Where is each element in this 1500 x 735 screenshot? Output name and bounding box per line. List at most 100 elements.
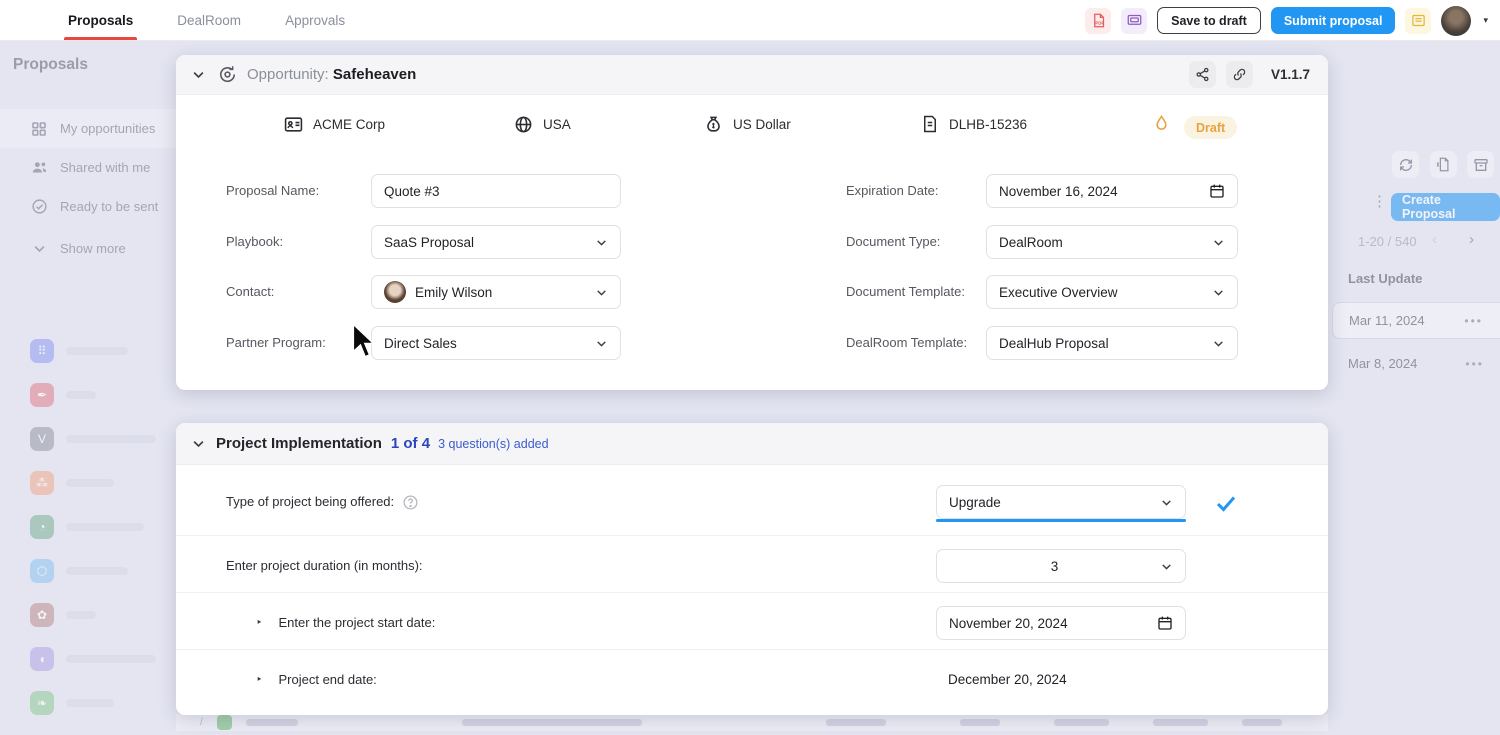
sidebar-title: Proposals	[13, 56, 88, 74]
notes-icon[interactable]	[1405, 8, 1431, 34]
project-duration-select[interactable]: 3	[936, 549, 1186, 583]
expiration-date-input[interactable]: November 16, 2024	[986, 174, 1238, 208]
project-start-date-input[interactable]: November 20, 2024	[936, 606, 1186, 640]
status-badge: Draft	[1184, 116, 1237, 139]
field-label: Partner Program:	[226, 326, 326, 360]
chart-app-icon: ◔	[30, 515, 54, 539]
chevron-down-icon	[1212, 337, 1225, 350]
tab-proposals[interactable]: Proposals	[68, 0, 133, 40]
create-proposal-button[interactable]: Create Proposal	[1391, 193, 1500, 221]
sidebar-item-label: My opportunities	[60, 121, 155, 136]
app-list-item[interactable]: ✿	[30, 603, 96, 627]
card-title: Opportunity: Safeheaven	[247, 66, 416, 83]
background-table-row: /	[176, 714, 1328, 731]
archive-icon[interactable]	[1467, 151, 1494, 178]
people-icon	[30, 159, 48, 177]
app-list-item[interactable]: ◖	[30, 647, 156, 671]
meta-country-label: USA	[543, 117, 571, 132]
document-template-value: Executive Overview	[999, 285, 1212, 300]
row-menu-icon[interactable]: •••	[1465, 357, 1484, 371]
sidebar-item-shared-with-me[interactable]: Shared with me	[0, 148, 176, 187]
help-icon[interactable]	[402, 494, 419, 511]
prev-page-icon[interactable]: ‹	[1432, 231, 1437, 248]
document-type-value: DealRoom	[999, 235, 1212, 250]
app-list-item[interactable]: ❧	[30, 691, 114, 715]
chevron-down-icon	[1160, 496, 1173, 509]
shield-app-icon: ⬡	[30, 559, 54, 583]
question-label: ‣ Enter the project start date:	[256, 606, 435, 640]
mouse-cursor	[349, 324, 379, 360]
contact-value: Emily Wilson	[415, 285, 595, 300]
section-title: Project Implementation	[216, 435, 382, 452]
proposal-name-input[interactable]: Quote #3	[371, 174, 621, 208]
row-date: Mar 8, 2024	[1348, 356, 1417, 371]
version-label: V1.1.7	[1271, 67, 1310, 82]
app-list-item[interactable]: ◔	[30, 515, 144, 539]
link-icon[interactable]	[1226, 61, 1253, 88]
meta-company-label: ACME Corp	[313, 117, 385, 132]
table-row[interactable]: Mar 11, 2024 •••	[1332, 302, 1500, 339]
collapse-chevron-icon[interactable]	[191, 436, 206, 451]
pen-app-icon: ✒	[30, 383, 54, 407]
document-icon	[921, 115, 939, 133]
question-label: ‣ Project end date:	[256, 663, 377, 697]
calendar-icon	[1157, 615, 1173, 631]
collapse-chevron-icon[interactable]	[191, 67, 206, 82]
dealroom-template-select[interactable]: DealHub Proposal	[986, 326, 1238, 360]
document-template-select[interactable]: Executive Overview	[986, 275, 1238, 309]
question-label: Type of project being offered:	[226, 485, 419, 519]
pdf-export-icon[interactable]: PDF	[1085, 8, 1111, 34]
confirm-check-icon[interactable]	[1214, 491, 1238, 515]
top-actions: PDF Save to draft Submit proposal ▾	[1085, 0, 1488, 41]
top-bar: Proposals DealRoom Approvals PDF Save to…	[0, 0, 1500, 41]
next-page-icon[interactable]: ›	[1469, 231, 1474, 248]
meta-country: USA	[514, 115, 571, 134]
app-list-item[interactable]: ⠿	[30, 339, 128, 363]
kebab-menu-icon[interactable]: ⋮	[1372, 199, 1376, 204]
partner-program-select[interactable]: Direct Sales	[371, 326, 621, 360]
save-draft-button[interactable]: Save to draft	[1157, 7, 1261, 34]
document-type-select[interactable]: DealRoom	[986, 225, 1238, 259]
table-row[interactable]: Mar 8, 2024 •••	[1332, 345, 1500, 382]
left-sidebar: Proposals My opportunities Shared with m…	[0, 41, 176, 735]
app-list-item[interactable]: ⁂	[30, 471, 114, 495]
proposal-name-value: Quote #3	[384, 184, 608, 199]
sidebar-item-show-more[interactable]: Show more	[0, 229, 176, 268]
opportunity-icon	[218, 65, 237, 84]
tab-approvals[interactable]: Approvals	[285, 0, 345, 40]
app-root: Proposals DealRoom Approvals PDF Save to…	[0, 0, 1500, 735]
sidebar-item-label: Shared with me	[60, 160, 150, 175]
calendar-icon	[1209, 183, 1225, 199]
leaf-app-icon: ❧	[30, 691, 54, 715]
project-end-date-value: December 20, 2024	[948, 663, 1067, 697]
field-label: DealRoom Template:	[846, 326, 967, 360]
opportunities-panel: ⋮ Create Proposal 1-20 / 540 ‹ › Last Up…	[1328, 41, 1500, 735]
app-list-item[interactable]: ✒	[30, 383, 96, 407]
user-avatar[interactable]	[1441, 6, 1471, 36]
grid-icon	[30, 120, 48, 138]
field-label: Proposal Name:	[226, 174, 319, 208]
caret-down-icon[interactable]: ▾	[1483, 15, 1488, 26]
refresh-icon[interactable]	[1392, 151, 1419, 178]
row-menu-icon[interactable]: •••	[1464, 314, 1483, 328]
tab-dealroom[interactable]: DealRoom	[177, 0, 241, 40]
playbook-select[interactable]: SaaS Proposal	[371, 225, 621, 259]
export-file-icon[interactable]	[1430, 151, 1457, 178]
card-title-prefix: Opportunity:	[247, 66, 329, 83]
question-label: Enter project duration (in months):	[226, 549, 423, 583]
presentation-icon[interactable]	[1121, 8, 1147, 34]
app-list-item[interactable]: V	[30, 427, 156, 451]
dots-grid-app-icon: ⠿	[30, 339, 54, 363]
app-list-item[interactable]: ⬡	[30, 559, 128, 583]
svg-text:PDF: PDF	[1095, 20, 1104, 25]
partner-program-value: Direct Sales	[384, 336, 595, 351]
sidebar-item-my-opportunities[interactable]: My opportunities	[0, 109, 176, 148]
share-icon[interactable]	[1189, 61, 1216, 88]
network-app-icon: ⁂	[30, 471, 54, 495]
sidebar-item-label: Show more	[60, 241, 126, 256]
contact-select[interactable]: Emily Wilson	[371, 275, 621, 309]
submit-proposal-button[interactable]: Submit proposal	[1271, 7, 1396, 34]
chevron-down-icon	[595, 236, 608, 249]
project-type-select[interactable]: Upgrade	[936, 485, 1186, 519]
sidebar-item-ready-to-be-sent[interactable]: Ready to be sent	[0, 187, 176, 226]
